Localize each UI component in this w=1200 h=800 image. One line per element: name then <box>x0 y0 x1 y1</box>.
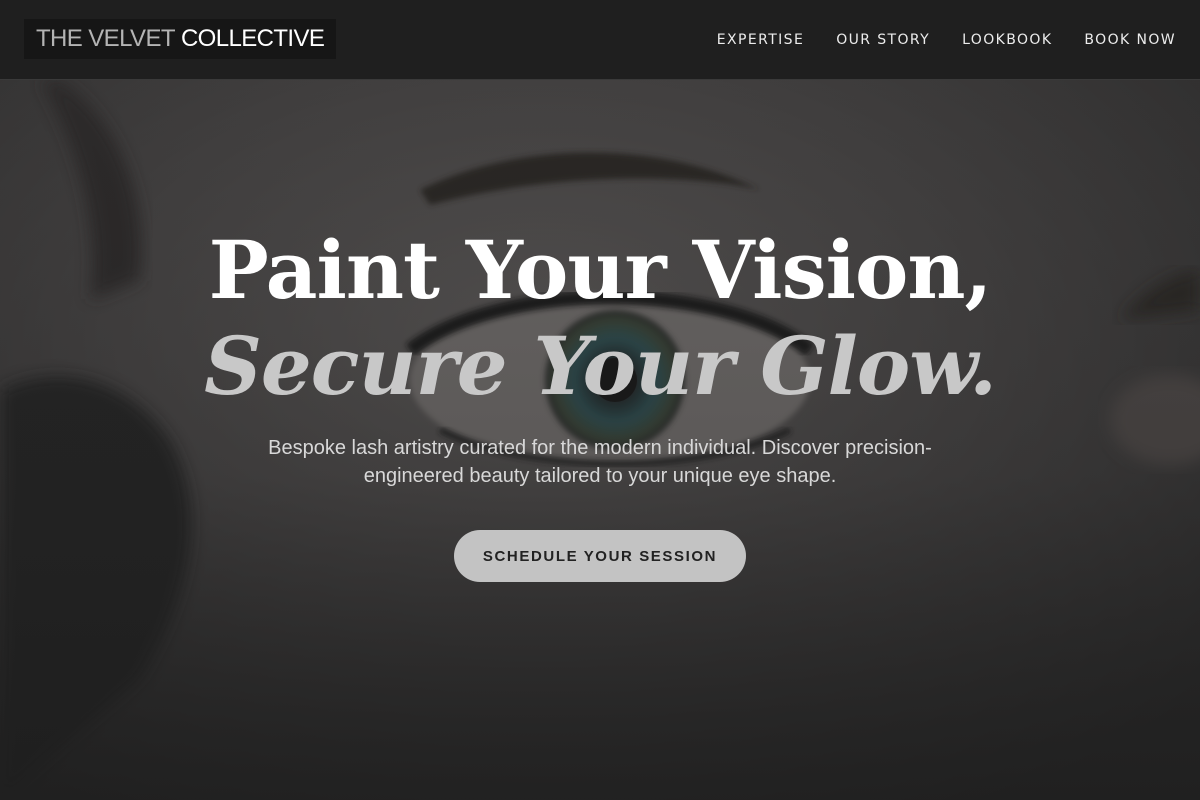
nav-link-expertise[interactable]: EXPERTISE <box>717 32 804 48</box>
nav-link-our-story[interactable]: OUR STORY <box>836 32 930 48</box>
top-navigation-bar: THE VELVET COLLECTIVE EXPERTISE OUR STOR… <box>0 0 1200 80</box>
hero-subtitle: Bespoke lash artistry curated for the mo… <box>268 437 932 487</box>
hero-headline-line2: Secure Your Glow. <box>204 319 997 413</box>
schedule-session-button[interactable]: SCHEDULE YOUR SESSION <box>454 530 746 582</box>
brand-logo[interactable]: THE VELVET COLLECTIVE <box>24 19 337 59</box>
nav-link-lookbook[interactable]: LOOKBOOK <box>962 32 1052 48</box>
logo-text-part1: THE VELVET <box>36 25 176 52</box>
hero-section: Paint Your Vision, Secure Your Glow. Bes… <box>0 80 1200 800</box>
main-nav: EXPERTISE OUR STORY LOOKBOOK BOOK NOW <box>717 0 1176 80</box>
logo-text-part2: COLLECTIVE <box>180 25 325 52</box>
hero-headline-line1: Paint Your Vision, <box>208 223 993 317</box>
nav-link-book-now[interactable]: BOOK NOW <box>1084 32 1176 48</box>
